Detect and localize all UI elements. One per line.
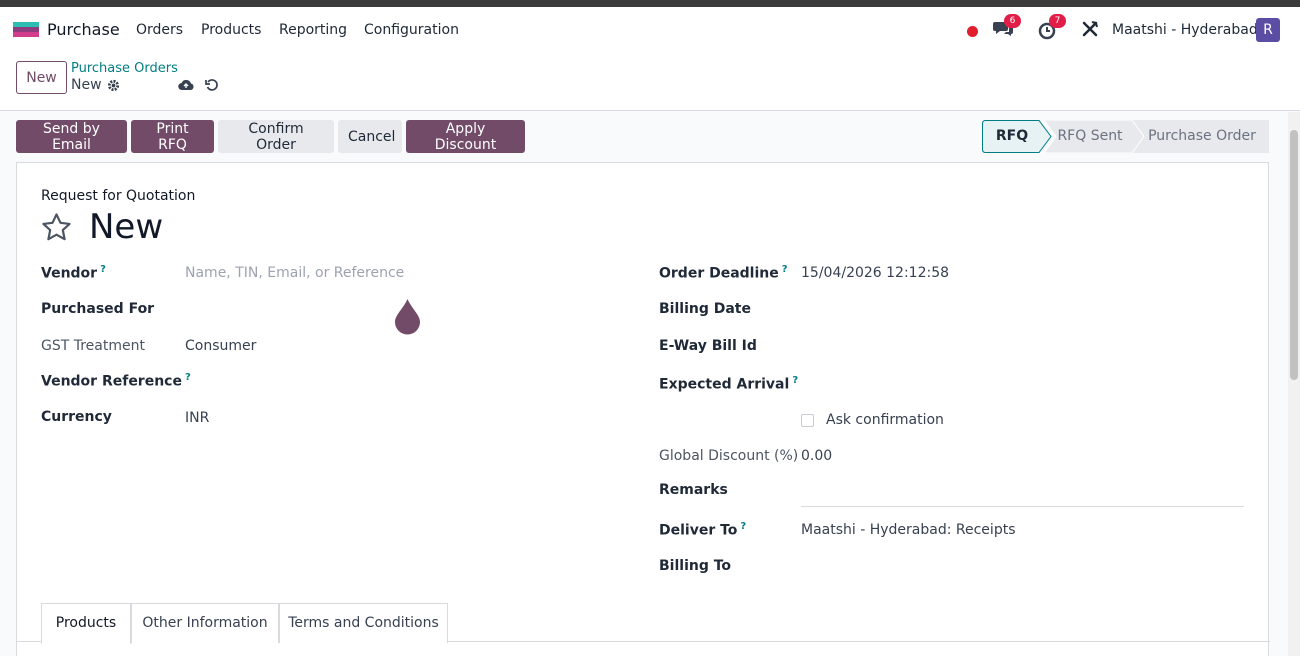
currency-label: Currency [41, 409, 112, 425]
recording-indicator-icon[interactable] [967, 26, 978, 37]
stage-rfq[interactable]: RFQ [982, 120, 1042, 153]
currency-value[interactable]: INR [185, 410, 209, 426]
debug-tools-icon[interactable] [1081, 20, 1103, 40]
vendor-reference-label: Vendor Reference? [41, 372, 191, 390]
control-panel: New Purchase Orders New [0, 53, 1300, 111]
breadcrumb-current: New [71, 77, 102, 93]
company-switcher[interactable]: Maatshi - Hyderabad [1112, 22, 1258, 38]
user-avatar[interactable]: R [1256, 18, 1280, 42]
form-statusbar: Send by Email Print RFQ Confirm Order Ca… [0, 112, 1300, 162]
browser-top-strip [0, 0, 1300, 7]
expected-arrival-label: Expected Arrival? [659, 375, 799, 393]
deliver-to-label: Deliver To? [659, 521, 747, 539]
favorite-star-icon[interactable] [40, 211, 73, 248]
menu-reporting[interactable]: Reporting [279, 22, 347, 38]
main-navbar: Purchase Orders Products Reporting Confi… [0, 7, 1300, 53]
form-sheet: Request for Quotation New Vendor? Name, … [16, 162, 1270, 656]
menu-orders[interactable]: Orders [136, 22, 183, 38]
save-cloud-icon[interactable] [178, 79, 194, 95]
new-record-button[interactable]: New [16, 61, 67, 94]
activity-clock-icon[interactable]: 7 [1038, 14, 1066, 40]
tab-other-information[interactable]: Other Information [131, 603, 279, 643]
global-discount-value[interactable]: 0.00 [801, 448, 832, 464]
apply-discount-button[interactable]: Apply Discount [406, 120, 525, 153]
gst-treatment-value[interactable]: Consumer [185, 338, 256, 354]
ask-confirmation-checkbox[interactable] [801, 414, 814, 427]
tab-terms-and-conditions[interactable]: Terms and Conditions [279, 603, 448, 643]
discuss-badge: 6 [1004, 14, 1021, 28]
order-deadline-value[interactable]: 15/04/2026 12:12:58 [801, 265, 949, 281]
menu-configuration[interactable]: Configuration [364, 22, 459, 38]
billing-date-label: Billing Date [659, 301, 751, 317]
remarks-input[interactable] [801, 506, 1244, 507]
scrollbar-thumb[interactable] [1290, 130, 1298, 380]
cancel-button[interactable]: Cancel [338, 120, 402, 153]
purchased-for-label: Purchased For [41, 301, 155, 317]
menu-products[interactable]: Products [201, 22, 261, 38]
ask-confirmation-label[interactable]: Ask confirmation [826, 412, 944, 428]
eway-bill-label: E-Way Bill Id [659, 338, 757, 354]
gear-icon[interactable] [107, 79, 120, 96]
app-name[interactable]: Purchase [47, 20, 120, 39]
activity-badge: 7 [1049, 14, 1066, 28]
send-by-email-button[interactable]: Send by Email [16, 120, 127, 153]
document-name[interactable]: New [89, 207, 163, 247]
vendor-label: Vendor? [41, 264, 106, 282]
stage-purchase-order[interactable]: Purchase Order [1144, 120, 1260, 153]
stage-rfq-sent[interactable]: RFQ Sent [1052, 120, 1128, 153]
order-deadline-label: Order Deadline? [659, 264, 788, 282]
deliver-to-value[interactable]: Maatshi - Hyderabad: Receipts [801, 522, 1015, 538]
vendor-input[interactable]: Name, TIN, Email, or Reference [185, 265, 404, 281]
global-discount-label: Global Discount (%) [659, 448, 799, 464]
discuss-chat-icon[interactable]: 6 [993, 14, 1021, 40]
purchase-app-icon[interactable] [13, 22, 39, 38]
discard-undo-icon[interactable] [205, 78, 219, 96]
remarks-label: Remarks [659, 482, 728, 498]
breadcrumb-purchase-orders[interactable]: Purchase Orders [71, 61, 178, 76]
drop-cursor-icon [394, 298, 421, 339]
print-rfq-button[interactable]: Print RFQ [131, 120, 214, 153]
gst-treatment-label: GST Treatment [41, 338, 145, 354]
tab-products[interactable]: Products [41, 603, 131, 644]
document-type: Request for Quotation [41, 188, 196, 204]
billing-to-label: Billing To [659, 558, 732, 574]
confirm-order-button[interactable]: Confirm Order [218, 120, 334, 153]
